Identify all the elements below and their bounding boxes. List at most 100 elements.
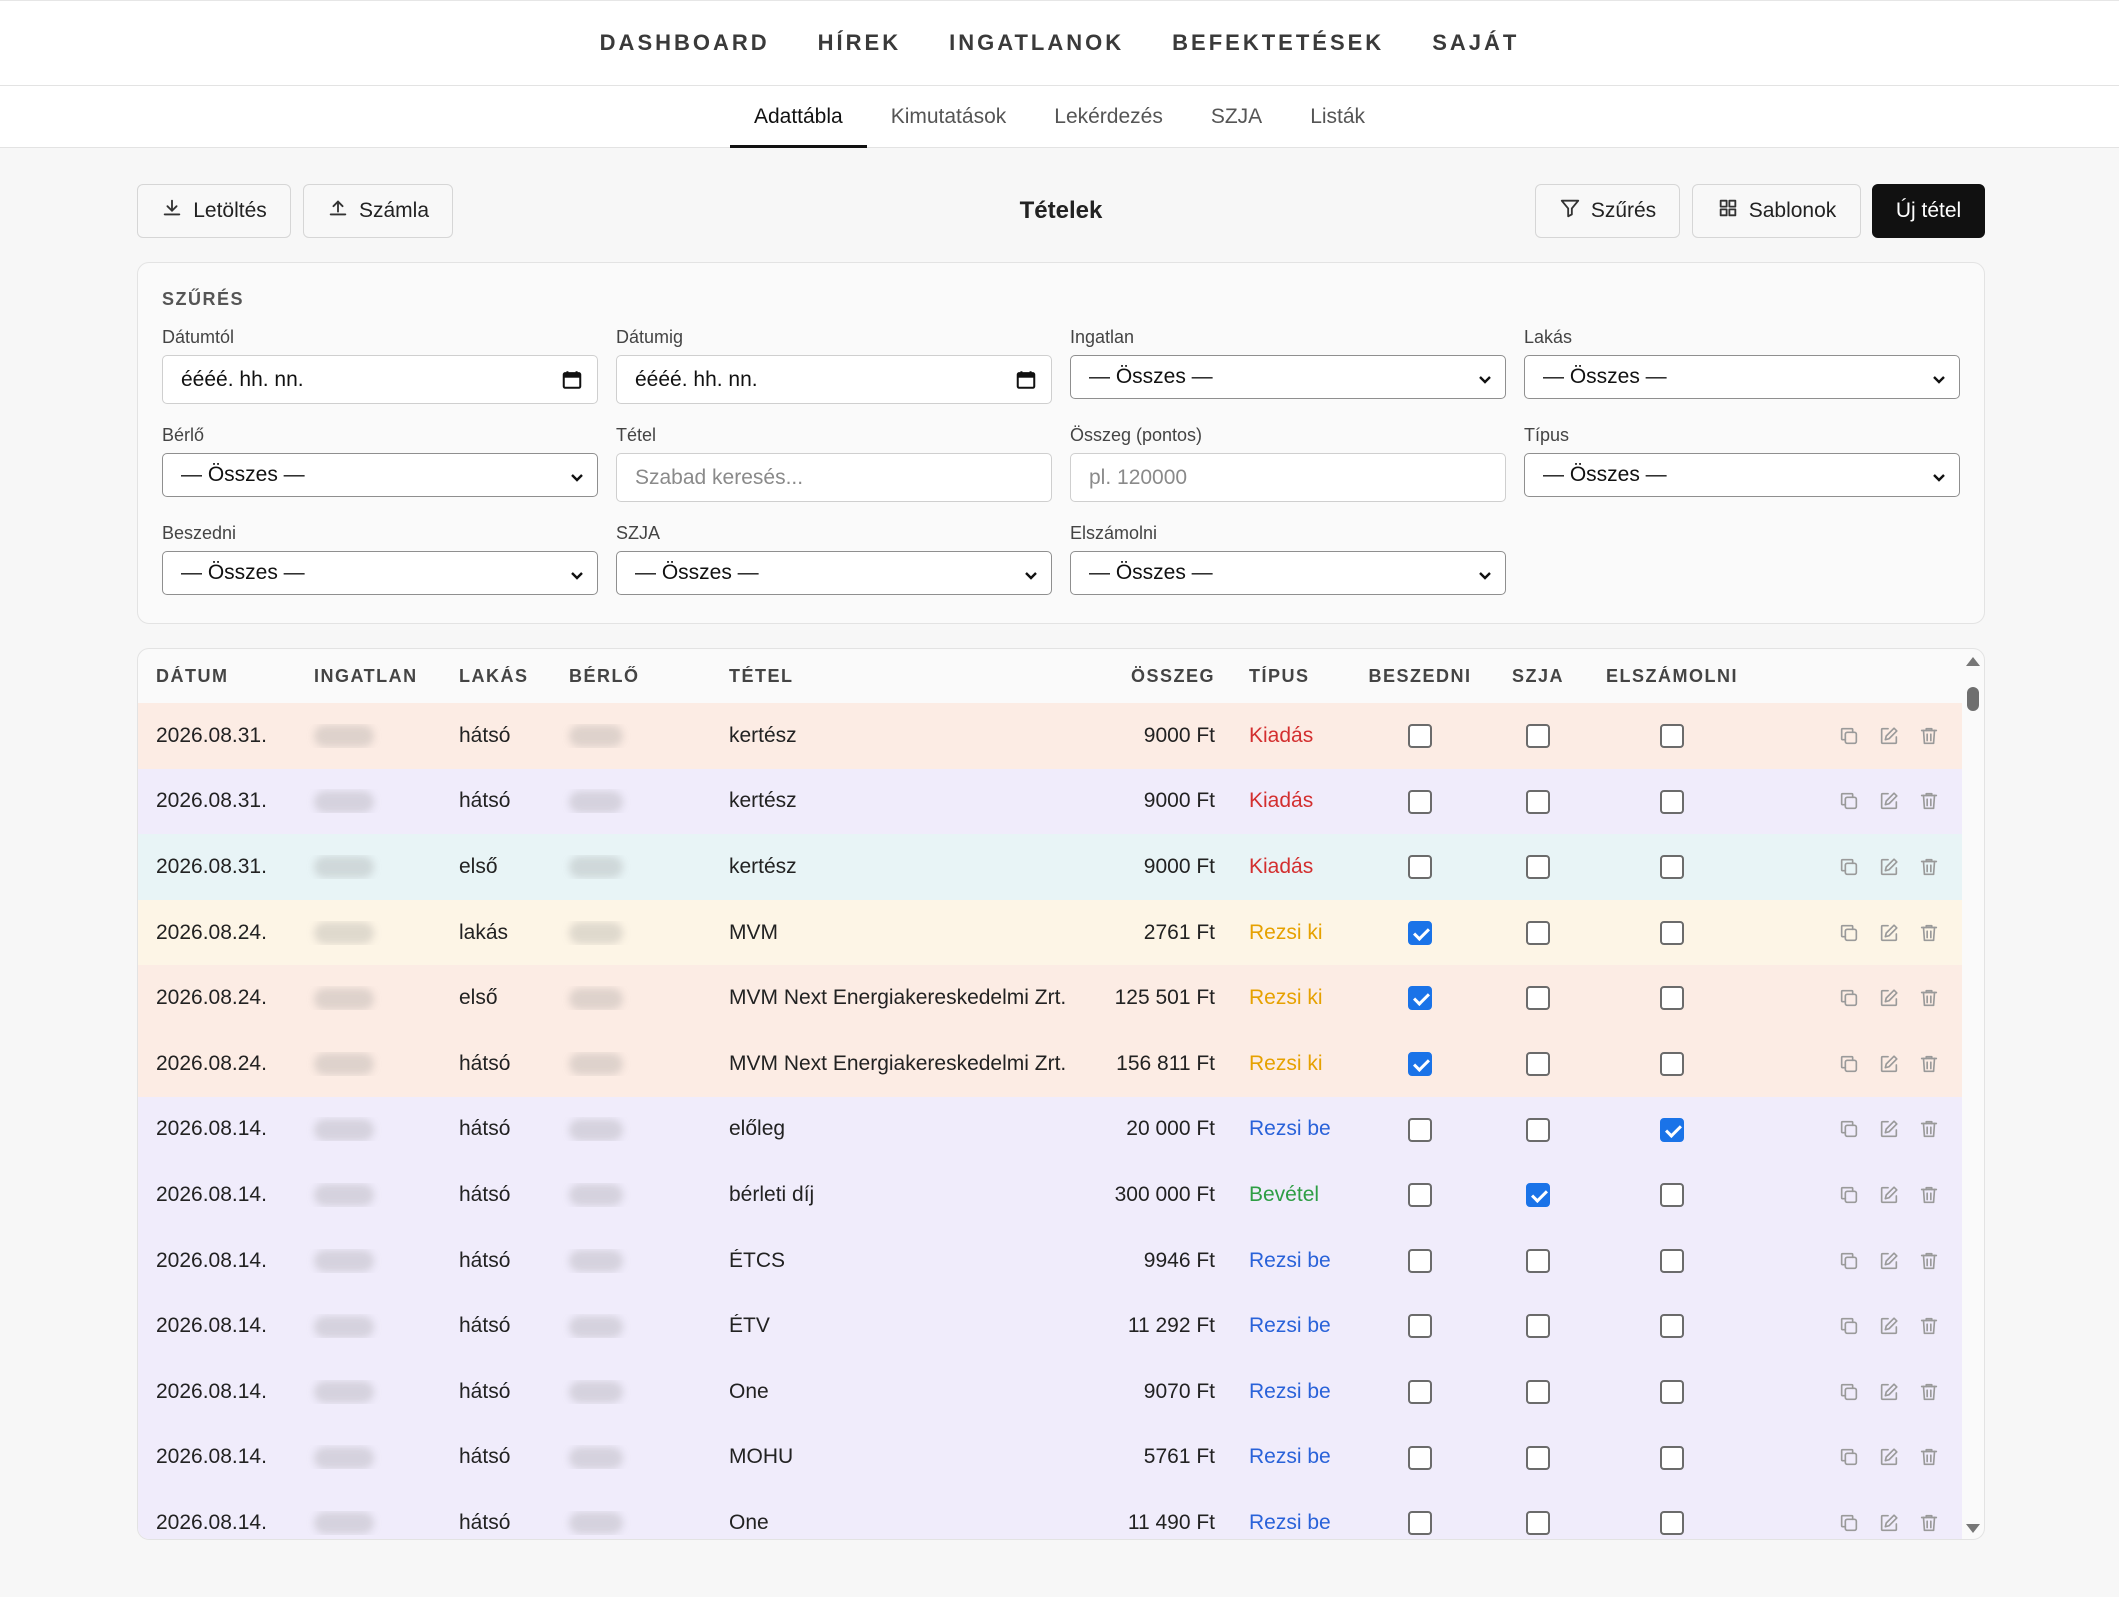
filter-5-text-input[interactable]: Szabad keresés... bbox=[616, 453, 1052, 502]
trash-icon[interactable] bbox=[1918, 856, 1940, 878]
szja-checkbox[interactable] bbox=[1526, 1314, 1550, 1339]
table-row[interactable]: 2026.08.14. hátsó One 9070 Ft Rezsi be bbox=[138, 1358, 1962, 1425]
beszedni-checkbox[interactable] bbox=[1408, 1511, 1432, 1536]
szja-checkbox[interactable] bbox=[1526, 1183, 1550, 1208]
edit-icon[interactable] bbox=[1878, 1250, 1900, 1272]
copy-icon[interactable] bbox=[1838, 725, 1860, 747]
table-scrollbar[interactable] bbox=[1960, 649, 1984, 1539]
beszedni-checkbox[interactable] bbox=[1408, 986, 1432, 1011]
elszamolni-checkbox[interactable] bbox=[1660, 1314, 1684, 1339]
filter-6-text-input[interactable]: pl. 120000 bbox=[1070, 453, 1506, 502]
invoice-button[interactable]: Számla bbox=[303, 184, 453, 238]
filter-button[interactable]: Szűrés bbox=[1535, 184, 1680, 238]
copy-icon[interactable] bbox=[1838, 1184, 1860, 1206]
copy-icon[interactable] bbox=[1838, 1053, 1860, 1075]
elszamolni-checkbox[interactable] bbox=[1660, 789, 1684, 814]
copy-icon[interactable] bbox=[1838, 987, 1860, 1009]
column-header-4[interactable]: TÉTEL bbox=[711, 666, 1091, 687]
elszamolni-checkbox[interactable] bbox=[1660, 855, 1684, 880]
edit-icon[interactable] bbox=[1878, 1381, 1900, 1403]
table-row[interactable]: 2026.08.31. hátsó kertész 9000 Ft Kiadás bbox=[138, 768, 1962, 835]
elszamolni-checkbox[interactable] bbox=[1660, 1117, 1684, 1142]
trash-icon[interactable] bbox=[1918, 1053, 1940, 1075]
table-row[interactable]: 2026.08.24. első MVM Next Energiakereskede… bbox=[138, 965, 1962, 1031]
beszedni-checkbox[interactable] bbox=[1408, 1314, 1432, 1339]
szja-checkbox[interactable] bbox=[1526, 724, 1550, 749]
copy-icon[interactable] bbox=[1838, 1381, 1860, 1403]
table-row[interactable]: 2026.08.24. lakás MVM 2761 Ft Rezsi ki bbox=[138, 899, 1962, 966]
szja-checkbox[interactable] bbox=[1526, 1051, 1550, 1076]
tab-lekérdezés[interactable]: Lekérdezés bbox=[1030, 86, 1187, 147]
column-header-0[interactable]: DÁTUM bbox=[138, 666, 296, 687]
edit-icon[interactable] bbox=[1878, 1446, 1900, 1468]
tab-adattábla[interactable]: Adattábla bbox=[729, 86, 867, 148]
column-header-9[interactable]: ELSZÁMOLNI bbox=[1597, 666, 1747, 687]
calendar-icon[interactable] bbox=[561, 369, 583, 391]
edit-icon[interactable] bbox=[1878, 1184, 1900, 1206]
szja-checkbox[interactable] bbox=[1526, 1379, 1550, 1404]
trash-icon[interactable] bbox=[1918, 922, 1940, 944]
edit-icon[interactable] bbox=[1878, 1512, 1900, 1534]
szja-checkbox[interactable] bbox=[1526, 1445, 1550, 1470]
table-row[interactable]: 2026.08.14. hátsó One 11 490 Ft Rezsi be bbox=[138, 1490, 1962, 1539]
templates-button[interactable]: Sablonok bbox=[1692, 184, 1861, 238]
beszedni-checkbox[interactable] bbox=[1408, 724, 1432, 749]
szja-checkbox[interactable] bbox=[1526, 789, 1550, 814]
table-row[interactable]: 2026.08.14. hátsó ÉTV 11 292 Ft Rezsi be bbox=[138, 1293, 1962, 1359]
trash-icon[interactable] bbox=[1918, 790, 1940, 812]
beszedni-checkbox[interactable] bbox=[1408, 1051, 1432, 1076]
trash-icon[interactable] bbox=[1918, 1446, 1940, 1468]
filter-9-select[interactable]: — Összes — bbox=[616, 551, 1052, 595]
edit-icon[interactable] bbox=[1878, 725, 1900, 747]
elszamolni-checkbox[interactable] bbox=[1660, 920, 1684, 945]
filter-0-date-input[interactable]: éééé. hh. nn. bbox=[162, 355, 598, 404]
table-row[interactable]: 2026.08.14. hátsó bérleti díj 300 000 Ft Bev… bbox=[138, 1162, 1962, 1228]
edit-icon[interactable] bbox=[1878, 987, 1900, 1009]
calendar-icon[interactable] bbox=[1015, 369, 1037, 391]
filter-10-select[interactable]: — Összes — bbox=[1070, 551, 1506, 595]
column-header-8[interactable]: SZJA bbox=[1479, 666, 1597, 687]
elszamolni-checkbox[interactable] bbox=[1660, 986, 1684, 1011]
nav-dashboard[interactable]: DASHBOARD bbox=[600, 30, 770, 56]
copy-icon[interactable] bbox=[1838, 1315, 1860, 1337]
elszamolni-checkbox[interactable] bbox=[1660, 1379, 1684, 1404]
copy-icon[interactable] bbox=[1838, 1118, 1860, 1140]
szja-checkbox[interactable] bbox=[1526, 1248, 1550, 1273]
copy-icon[interactable] bbox=[1838, 1250, 1860, 1272]
edit-icon[interactable] bbox=[1878, 1053, 1900, 1075]
filter-8-select[interactable]: — Összes — bbox=[162, 551, 598, 595]
column-header-6[interactable]: TÍPUS bbox=[1231, 666, 1361, 687]
column-header-3[interactable]: BÉRLŐ bbox=[551, 666, 711, 687]
trash-icon[interactable] bbox=[1918, 1315, 1940, 1337]
filter-4-select[interactable]: — Összes — bbox=[162, 453, 598, 497]
nav-ingatlanok[interactable]: INGATLANOK bbox=[949, 30, 1124, 56]
elszamolni-checkbox[interactable] bbox=[1660, 1445, 1684, 1470]
beszedni-checkbox[interactable] bbox=[1408, 920, 1432, 945]
edit-icon[interactable] bbox=[1878, 856, 1900, 878]
copy-icon[interactable] bbox=[1838, 856, 1860, 878]
download-button[interactable]: Letöltés bbox=[137, 184, 291, 238]
copy-icon[interactable] bbox=[1838, 1512, 1860, 1534]
column-header-1[interactable]: INGATLAN bbox=[296, 666, 441, 687]
szja-checkbox[interactable] bbox=[1526, 855, 1550, 880]
filter-7-select[interactable]: — Összes — bbox=[1524, 453, 1960, 497]
table-row[interactable]: 2026.08.14. hátsó MOHU 5761 Ft Rezsi be bbox=[138, 1424, 1962, 1491]
szja-checkbox[interactable] bbox=[1526, 1117, 1550, 1142]
scroll-down-arrow[interactable] bbox=[1966, 1524, 1980, 1533]
trash-icon[interactable] bbox=[1918, 1118, 1940, 1140]
column-header-5[interactable]: ÖSSZEG bbox=[1091, 666, 1231, 687]
tab-listák[interactable]: Listák bbox=[1286, 86, 1389, 147]
table-row[interactable]: 2026.08.31. első kertész 9000 Ft Kiadás bbox=[138, 834, 1962, 900]
nav-saját[interactable]: SAJÁT bbox=[1432, 30, 1519, 56]
szja-checkbox[interactable] bbox=[1526, 1511, 1550, 1536]
copy-icon[interactable] bbox=[1838, 1446, 1860, 1468]
trash-icon[interactable] bbox=[1918, 1381, 1940, 1403]
beszedni-checkbox[interactable] bbox=[1408, 855, 1432, 880]
filter-1-date-input[interactable]: éééé. hh. nn. bbox=[616, 355, 1052, 404]
trash-icon[interactable] bbox=[1918, 987, 1940, 1009]
table-row[interactable]: 2026.08.14. hátsó ÉTCS 9946 Ft Rezsi be bbox=[138, 1227, 1962, 1294]
trash-icon[interactable] bbox=[1918, 725, 1940, 747]
edit-icon[interactable] bbox=[1878, 1118, 1900, 1140]
column-header-7[interactable]: BESZEDNI bbox=[1361, 666, 1479, 687]
table-row[interactable]: 2026.08.24. hátsó MVM Next Energiakeresked… bbox=[138, 1030, 1962, 1097]
